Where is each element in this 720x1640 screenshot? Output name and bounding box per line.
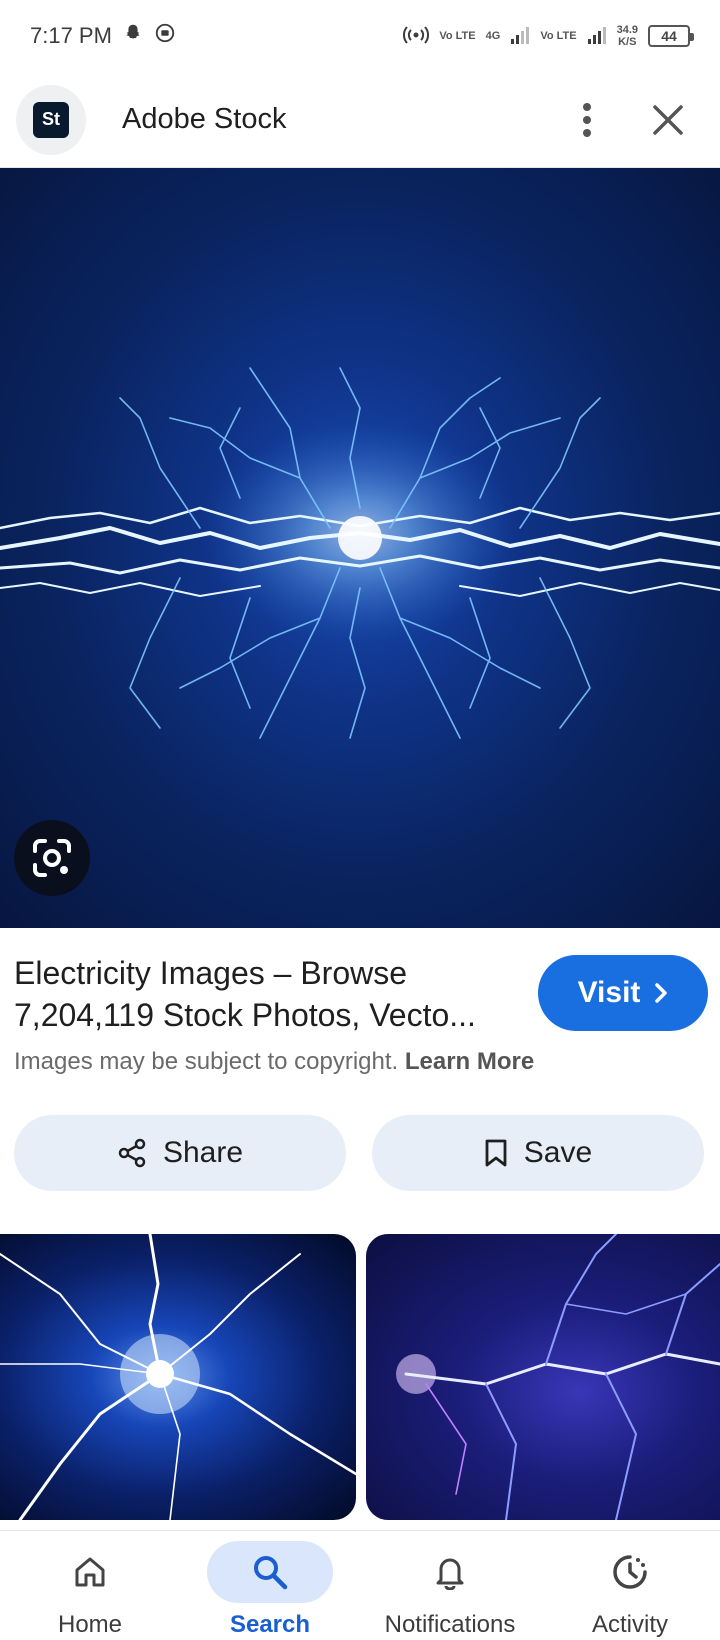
visit-button[interactable]: Visit xyxy=(538,955,708,1031)
close-button[interactable] xyxy=(652,104,684,136)
copyright-text: Images may be subject to copyright. xyxy=(14,1048,399,1075)
status-left: 7:17 PM xyxy=(30,22,176,50)
nav-home-label: Home xyxy=(57,1611,123,1638)
volte-indicator-2: Vo LTE xyxy=(540,30,577,42)
header-actions xyxy=(582,102,704,138)
speed-value: 34.9 xyxy=(616,24,638,36)
nav-notifications-label: Notifications xyxy=(384,1611,516,1638)
lightning-illustration xyxy=(0,367,720,739)
nav-home-icon-wrap xyxy=(27,1541,153,1603)
save-label: Save xyxy=(523,1136,593,1169)
close-icon xyxy=(653,104,683,135)
main-image[interactable] xyxy=(0,168,720,928)
share-label: Share xyxy=(162,1136,244,1169)
related-image-2[interactable] xyxy=(366,1234,720,1520)
result-title-line1: Electricity Images – Browse xyxy=(14,955,408,991)
lightning-thumbnail-1 xyxy=(0,1234,356,1520)
nav-activity[interactable]: Activity xyxy=(540,1531,720,1640)
network-4g: 4G xyxy=(485,30,501,42)
more-options-button[interactable] xyxy=(582,102,592,138)
status-bar: 7:17 PM Vo LTE 4G Vo LTE 34.9 K/S 44 xyxy=(0,0,720,72)
battery-indicator: 44 xyxy=(648,25,694,47)
nav-search-icon-wrap xyxy=(207,1541,333,1603)
nav-home[interactable]: Home xyxy=(0,1531,180,1640)
signal-icon-1 xyxy=(510,25,530,48)
save-button[interactable]: Save xyxy=(372,1115,704,1191)
result-title-line2: 7,204,119 Stock Photos, Vecto... xyxy=(14,997,476,1033)
bottom-nav: Home Search Notifications Activity xyxy=(0,1530,720,1640)
search-icon xyxy=(254,1556,288,1590)
nav-search[interactable]: Search xyxy=(180,1531,360,1640)
share-icon xyxy=(118,1138,146,1168)
nav-notifications-icon-wrap xyxy=(387,1541,513,1603)
hotspot-icon xyxy=(403,25,430,48)
related-image-1[interactable] xyxy=(0,1234,356,1520)
share-button[interactable]: Share xyxy=(14,1115,346,1191)
status-right: Vo LTE 4G Vo LTE 34.9 K/S 44 xyxy=(403,24,694,48)
more-vert-icon xyxy=(583,102,591,137)
visit-label: Visit xyxy=(577,976,641,1009)
learn-more-link[interactable]: Learn More xyxy=(405,1048,534,1075)
activity-icon xyxy=(613,1555,647,1589)
signal-icon-2 xyxy=(587,25,607,48)
result-title[interactable]: Electricity Images – Browse 7,204,119 St… xyxy=(14,952,524,1036)
status-time: 7:17 PM xyxy=(30,23,112,48)
home-icon xyxy=(75,1557,105,1587)
chevron-right-icon xyxy=(655,983,668,1003)
nav-notifications[interactable]: Notifications xyxy=(360,1531,540,1640)
snapchat-icon xyxy=(122,22,144,50)
copyright-notice: Images may be subject to copyright. Lear… xyxy=(14,1048,534,1076)
site-title: Adobe Stock xyxy=(122,103,287,135)
network-speed: 34.9 K/S xyxy=(617,24,638,48)
speed-unit: K/S xyxy=(618,36,637,48)
adobe-stock-logo: St xyxy=(33,101,69,138)
app-header: St Adobe Stock xyxy=(0,72,720,168)
site-logo-wrap[interactable]: St xyxy=(16,84,86,155)
google-lens-button[interactable] xyxy=(14,820,90,896)
bell-icon xyxy=(436,1558,464,1590)
bookmark-icon xyxy=(485,1139,507,1167)
nav-activity-icon-wrap xyxy=(567,1541,693,1603)
volte-indicator-1: Vo LTE xyxy=(439,30,476,42)
nav-activity-label: Activity xyxy=(591,1611,668,1638)
lens-icon xyxy=(33,839,71,877)
lightning-thumbnail-2 xyxy=(396,1234,720,1520)
screen-record-icon xyxy=(154,22,176,50)
nav-search-label: Search xyxy=(229,1611,311,1638)
